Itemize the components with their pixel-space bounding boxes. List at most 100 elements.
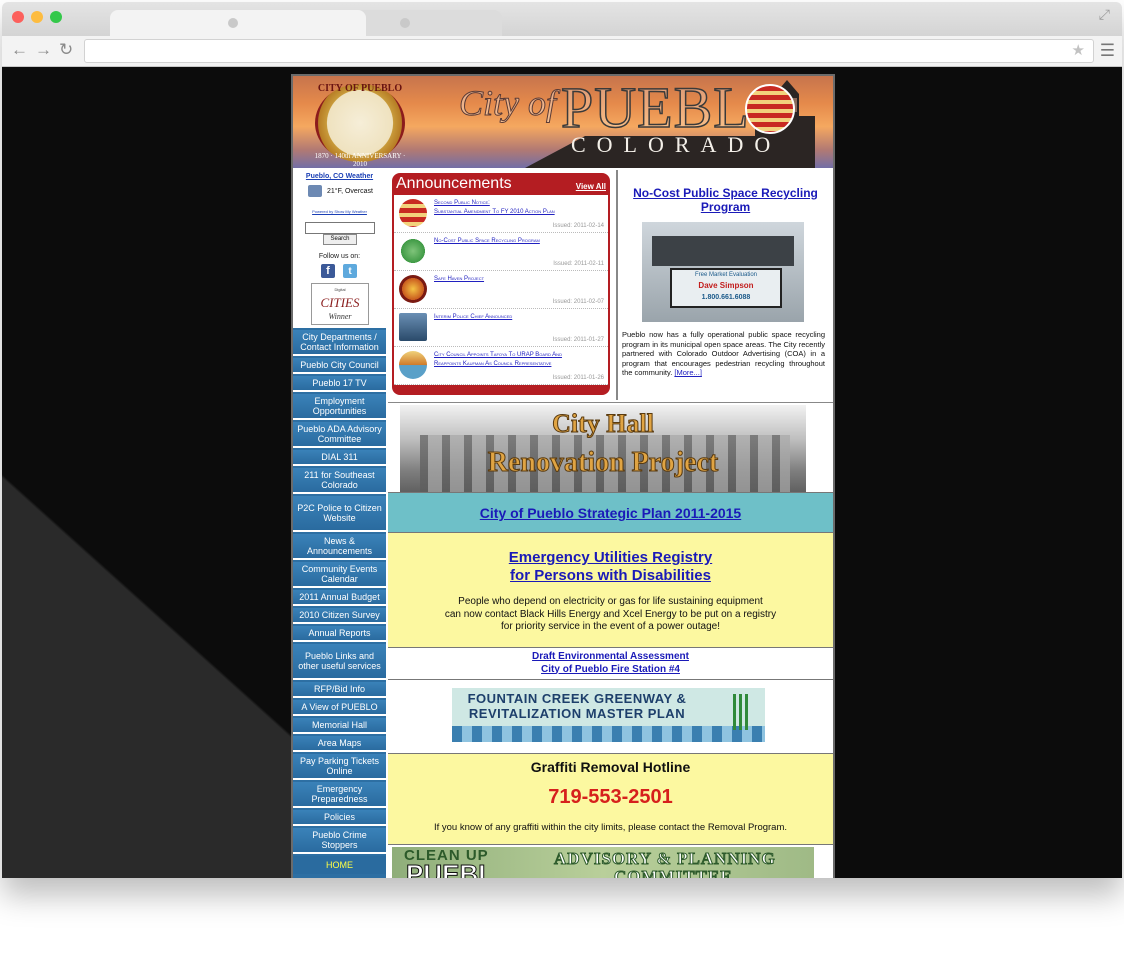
draft-assessment-link[interactable]: Draft Environmental Assessment City of P… [388,651,833,676]
browser-window: ⤢ ← → ↻ ★ ☰ CITY OF PUEBLO 1870 · 140th … [2,2,1122,878]
sidebar-nav-item[interactable]: 211 for Southeast Colorado [293,468,386,494]
sidebar-nav-item[interactable]: Policies [293,810,386,826]
back-arrow-icon[interactable]: ← [11,40,28,60]
bookmark-star-icon[interactable]: ★ [1072,41,1085,59]
award-winner: Winner [328,312,352,321]
announcement-thumbnail[interactable] [399,237,427,265]
announcement-date: Issued: 2011-02-07 [552,299,604,305]
announcement-title-line1: Second Public Notice: [434,200,490,206]
billboard-phone: 1.800.661.6088 [701,294,751,301]
header-banner: CITY OF PUEBLO 1870 · 140th ANNIVERSARY … [293,76,833,168]
sidebar-nav-item[interactable]: Community Events Calendar [293,562,386,588]
announcement-date: Issued: 2011-01-26 [552,375,604,381]
emergency-registry-link[interactable]: Emergency Utilities Registry for Persons… [388,549,833,585]
emergency-registry-section: Emergency Utilities Registry for Persons… [388,532,833,647]
cloud-icon [308,185,322,197]
announcement-link[interactable]: City Council Appoints Tafoya To URAP Boa… [434,351,608,369]
recycling-bins-photo[interactable]: Free Market Evaluation Dave Simpson 1.80… [642,222,804,322]
billboard-caption: Free Market Evaluation [694,272,758,278]
search-input[interactable] [305,222,375,234]
recycling-title-link[interactable]: No-Cost Public Space Recycling Program [628,186,823,214]
city-hall-renovation-banner[interactable]: City Hall Renovation Project [388,402,833,493]
announcement-link[interactable]: Interim Police Chief Announced [434,313,608,322]
announcement-thumbnail[interactable] [399,351,427,379]
fountain-line1: FOUNTAIN CREEK GREENWAY & [467,691,687,706]
announcement-title-line1: No-Cost Public Space Recycling Program [434,238,540,244]
facebook-icon[interactable]: f [321,264,335,278]
clean-up-pueblo-banner[interactable]: CLEAN UP PUEBL ADVISORY & PLANNING COMMI… [392,847,814,878]
recycling-feature: No-Cost Public Space Recycling Program F… [618,170,833,400]
sidebar-nav-item[interactable]: Pay Parking Tickets Online [293,754,386,780]
minimize-window-button[interactable] [31,11,43,23]
sidebar-nav-item[interactable]: Memorial Hall [293,718,386,734]
sidebar-nav-item[interactable]: A View of PUEBLO [293,700,386,716]
sidebar-nav-item[interactable]: News & Announcements [293,534,386,560]
fullscreen-icon[interactable]: ⤢ [1099,6,1110,23]
more-link[interactable]: [More...] [674,368,702,377]
announcement-link[interactable]: No-Cost Public Space Recycling Program [434,237,608,246]
recycling-description: Pueblo now has a fully operational publi… [622,330,825,378]
clean-up-pueblo-section: CLEAN UP PUEBL ADVISORY & PLANNING COMMI… [388,844,833,878]
announcement-thumbnail[interactable] [399,313,427,341]
hamburger-menu-icon[interactable]: ☰ [1100,41,1115,61]
twitter-icon[interactable]: t [343,264,357,278]
sidebar-nav-item[interactable]: RFP/Bid Info [293,682,386,698]
sidebar-nav-item[interactable]: Pueblo ADA Advisory Committee [293,422,386,448]
announcement-date: Issued: 2011-02-11 [553,261,604,267]
recycling-text: Pueblo now has a fully operational publi… [622,330,825,378]
weather-widget: Pueblo, CO Weather 21°F, Overcast Powere… [293,170,386,328]
fountain-creek-section: FOUNTAIN CREEK GREENWAY & REVITALIZATION… [388,679,833,753]
graffiti-description: If you know of any graffiti within the c… [433,822,788,833]
water-waves [452,726,765,742]
sidebar-nav-item[interactable]: P2C Police to Citizen Website [293,496,386,532]
emergency-link-line1: Emergency Utilities Registry [508,549,713,566]
maximize-window-button[interactable] [50,11,62,23]
sidebar-nav-item[interactable]: HOME [293,856,386,874]
announcement-item: Interim Police Chief Announced Issued: 20… [394,309,608,347]
strategic-plan-link[interactable]: City of Pueblo Strategic Plan 2011-2015 [388,505,833,521]
award-caption: Digital [334,287,346,292]
announcement-thumbnail[interactable] [399,199,427,227]
sidebar-nav-item[interactable]: Employment Opportunities [293,394,386,420]
city-seal-logo [315,84,405,162]
tab-favicon-icon [228,18,238,28]
sidebar-nav-item[interactable]: Emergency Preparedness [293,782,386,808]
digital-cities-award-badge[interactable]: Digital CITIES Winner [311,283,369,325]
graffiti-hotline-section: Graffiti Removal Hotline 719-553-2501 If… [388,753,833,844]
announcement-link[interactable]: Safe Haven Project [434,275,608,284]
sidebar-nav-item[interactable]: Annual Reports [293,626,386,642]
fountain-creek-banner[interactable]: FOUNTAIN CREEK GREENWAY & REVITALIZATION… [452,688,765,742]
weather-powered-link[interactable]: Powered by Show My Weather [293,209,386,214]
sidebar-nav-item[interactable]: 2011 Annual Budget [293,590,386,606]
forward-arrow-icon[interactable]: → [35,40,52,60]
sidebar-nav-item[interactable]: Pueblo Crime Stoppers [293,828,386,854]
pueblo-homepage: CITY OF PUEBLO 1870 · 140th ANNIVERSARY … [291,74,835,878]
sidebar-nav-item[interactable]: Pueblo City Council [293,358,386,374]
banner-city-of: City of [459,83,557,124]
announcement-thumbnail[interactable] [399,275,427,303]
weather-title-link[interactable]: Pueblo, CO Weather [293,173,386,180]
billboard-ad: Free Market Evaluation Dave Simpson 1.80… [670,268,782,308]
address-bar[interactable]: ★ [84,39,1094,63]
clean-up-pueblo-text: PUEBL [405,859,495,879]
sidebar-nav-item[interactable]: 2010 Citizen Survey [293,608,386,624]
browser-toolbar: ← → ↻ ★ ☰ [2,36,1122,67]
reload-icon[interactable]: ↻ [59,40,73,60]
browser-tab-active[interactable] [110,10,366,36]
close-window-button[interactable] [12,11,24,23]
sidebar-nav-item[interactable]: Area Maps [293,736,386,752]
browser-tab-inactive[interactable] [352,10,502,36]
view-all-link[interactable]: View All [576,182,606,191]
announcement-date: Issued: 2011-01-27 [552,337,604,343]
page-viewport: CITY OF PUEBLO 1870 · 140th ANNIVERSARY … [2,67,1122,878]
announcement-item: Safe Haven Project Issued: 2011-02-07 [394,271,608,309]
announcements-title: Announcements [396,175,512,192]
sidebar-nav-item[interactable]: Pueblo 17 TV [293,376,386,392]
reed-grass-icon [730,694,750,730]
sidebar-nav-item[interactable]: DIAL 311 [293,450,386,466]
search-button[interactable]: Search [323,234,357,245]
sidebar-nav-item[interactable]: Pueblo Links and other useful services [293,644,386,680]
announcement-link[interactable]: Second Public Notice: Substantial Amendme… [434,199,608,217]
sidebar-nav-item[interactable]: City Departments / Contact Information [293,330,386,356]
sun-o-logo [745,84,795,134]
